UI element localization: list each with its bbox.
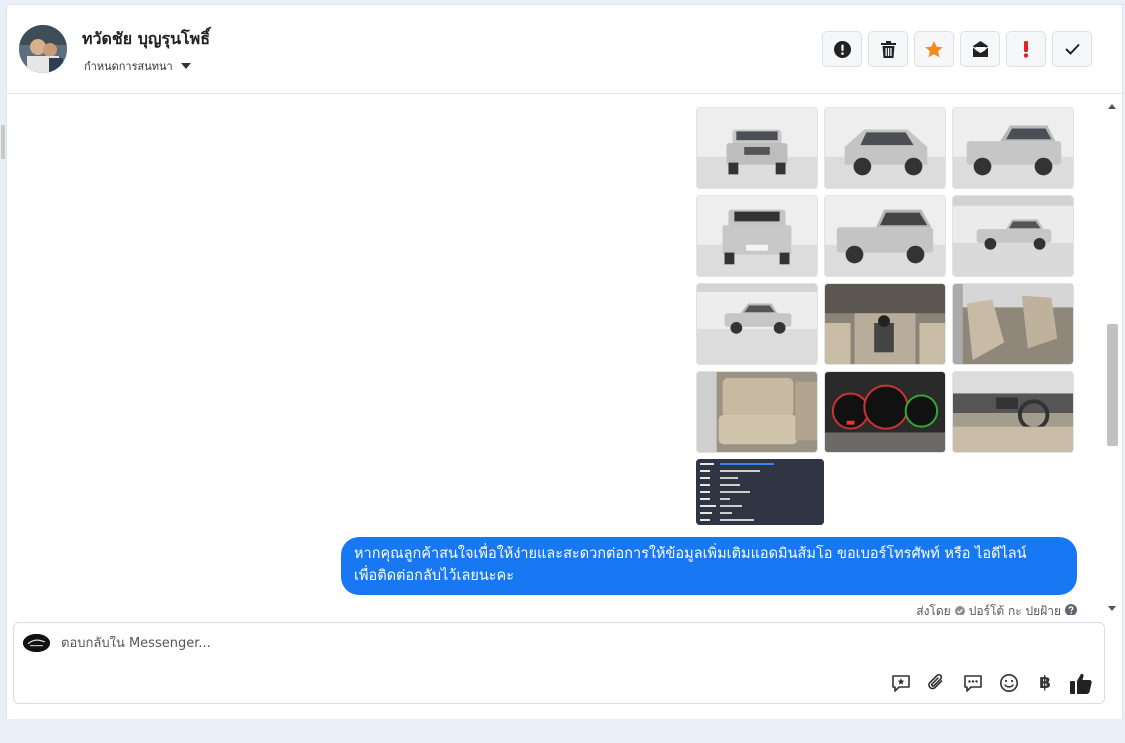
page-logo-icon [23,634,50,652]
emoji-icon [999,673,1019,693]
scroll-down-arrow-icon[interactable] [1108,606,1116,611]
sender-name: ปอร์โต้ กะ ปยฝ้าย [968,604,1061,615]
verified-icon [954,605,965,615]
mark-unread-icon [972,41,989,57]
contact-name: ทวัดชัย บุญรุนโพธิ์ [82,29,210,48]
attachment-button[interactable] [926,672,948,694]
like-button[interactable] [1070,672,1092,694]
message-line-1: หากคุณลูกค้าสนใจเพื่อให้ง่ายและสะดวกต่อก… [354,546,1027,562]
mark-important-button[interactable] [1006,31,1046,67]
saved-reply-button[interactable] [890,672,912,694]
reply-input[interactable] [61,636,861,651]
reply-composer: ฿ [13,622,1105,704]
rear-seats-photo[interactable] [696,371,818,453]
attachment-icon [927,673,947,693]
car-spec-sheet-image[interactable] [696,459,824,525]
report-icon [833,40,851,58]
help-icon[interactable] [1065,604,1077,615]
trash-icon [880,40,896,58]
star-button[interactable] [914,31,954,67]
image-gallery [696,107,1078,531]
message-line-2: เพื่อติดต่อกลับไว้เลยนะคะ [354,568,515,584]
caret-down-icon [180,60,191,73]
reply-toolbar: ฿ [890,672,1092,694]
star-icon [925,40,943,58]
conversation-panel: ทวัดชัย บุญรุนโพธิ์ กำหนดการสนทนา หากคุณ… [1,4,1123,719]
message-list-scrollbar[interactable] [1105,98,1118,615]
scrollbar-thumb[interactable] [1107,324,1118,446]
check-icon [1064,43,1080,55]
report-button[interactable] [822,31,862,67]
delete-button[interactable] [868,31,908,67]
chat-templates-button[interactable] [962,672,984,694]
car-rear-photo[interactable] [696,195,818,277]
instrument-cluster-photo[interactable] [824,371,946,453]
sent-by-label: ส่งโดย [916,604,951,615]
like-icon [1070,673,1092,694]
important-icon [1023,40,1029,58]
mark-done-button[interactable] [1052,31,1092,67]
car-side-photo[interactable] [952,195,1074,277]
car-front-three-quarter-photo[interactable] [824,107,946,189]
payment-button[interactable]: ฿ [1034,672,1056,694]
message-list[interactable]: หากคุณลูกค้าสนใจเพื่อให้ง่ายและสะดวกต่อก… [7,95,1108,615]
gear-console-photo[interactable] [824,283,946,365]
avatar[interactable] [19,25,67,73]
left-scroll-marker [1,125,5,159]
scroll-up-arrow-icon[interactable] [1108,104,1116,109]
emoji-button[interactable] [998,672,1020,694]
front-seats-photo[interactable] [952,283,1074,365]
mark-unread-button[interactable] [960,31,1000,67]
car-side-studio-photo[interactable] [696,283,818,365]
car-rear-three-quarter-photo[interactable] [952,107,1074,189]
currency-icon: ฿ [1039,673,1051,693]
saved-reply-icon [891,673,911,693]
chat-icon [963,673,983,693]
outgoing-message-bubble[interactable]: หากคุณลูกค้าสนใจเพื่อให้ง่ายและสะดวกต่อก… [341,537,1077,595]
conversation-setting-label: กำหนดการสนทนา [84,60,173,73]
header-toolbar [822,31,1092,67]
conversation-setting-dropdown[interactable]: กำหนดการสนทนา [84,57,191,75]
car-rear-side-photo[interactable] [824,195,946,277]
conversation-header: ทวัดชัย บุญรุนโพธิ์ กำหนดการสนทนา [7,5,1122,94]
car-front-photo[interactable] [696,107,818,189]
sent-by-info: ส่งโดย ปอร์โต้ กะ ปยฝ้าย [916,602,1077,615]
dashboard-photo[interactable] [952,371,1074,453]
